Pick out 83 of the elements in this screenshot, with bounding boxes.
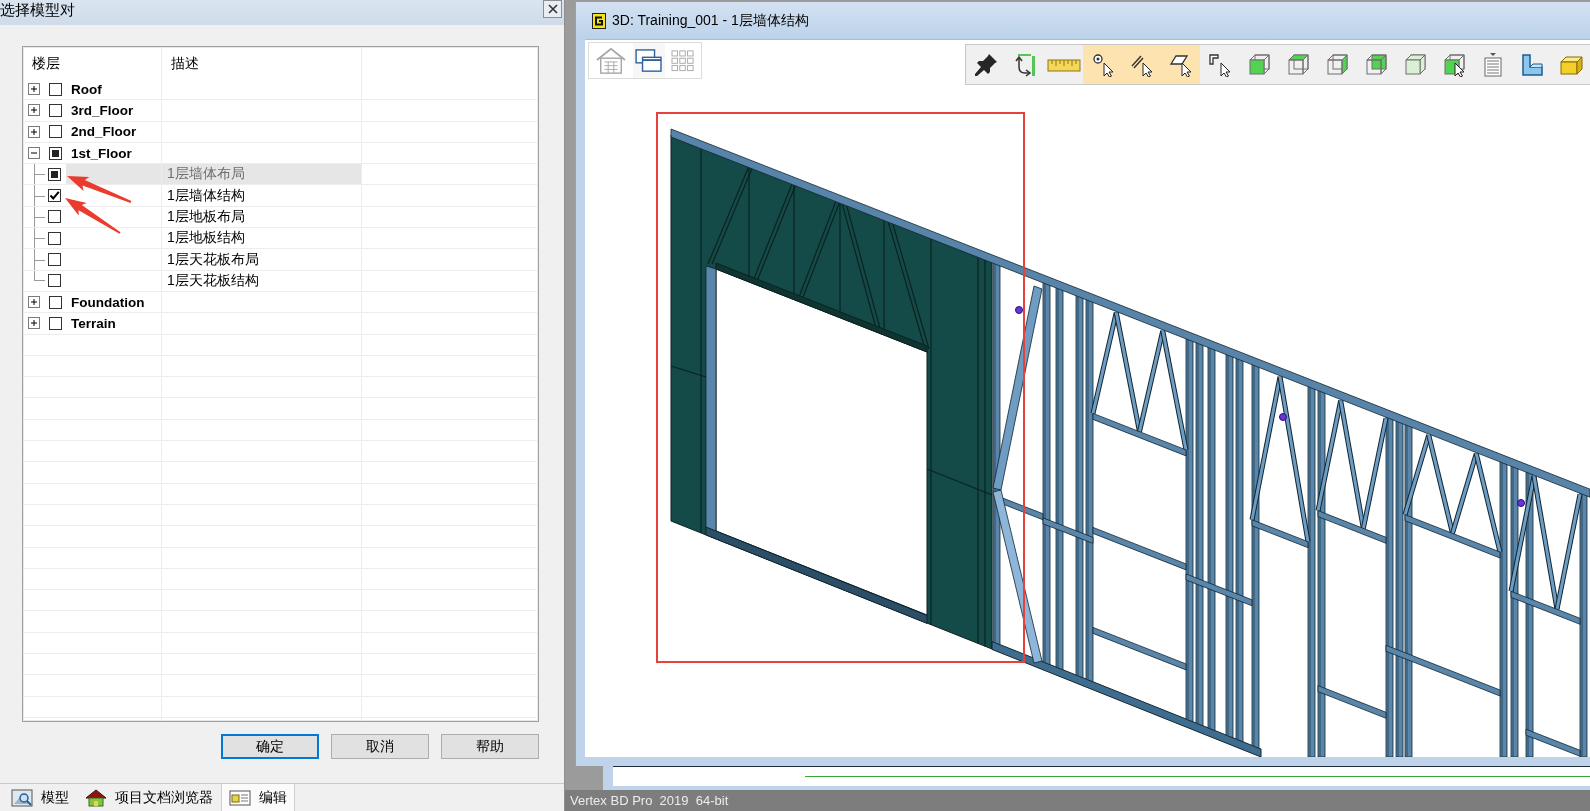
plus-box-icon[interactable] xyxy=(28,296,40,309)
level-label: Foundation xyxy=(71,294,145,310)
tool-button[interactable] xyxy=(1083,45,1122,84)
image-search-icon xyxy=(11,788,33,807)
tree-row[interactable]: Foundation xyxy=(23,291,538,314)
description-text: 1层地板结构 xyxy=(166,229,245,248)
tree-line xyxy=(34,206,45,228)
panel-tab[interactable]: 编辑 xyxy=(221,784,295,811)
tree-line xyxy=(34,164,45,185)
checkbox[interactable] xyxy=(49,103,62,117)
window-title: 3D: Training_001 - 1层墙体结构 xyxy=(612,11,809,30)
pin-icon xyxy=(973,52,998,77)
column-header[interactable]: 描述 xyxy=(162,47,362,79)
level-label: 2nd_Floor xyxy=(71,124,137,140)
tree-row[interactable]: 1层天花板结构 xyxy=(23,270,538,292)
marker-icon xyxy=(1015,306,1023,314)
house-icon xyxy=(85,788,107,807)
description-text: 1层墙体结构 xyxy=(166,186,245,205)
checkbox[interactable] xyxy=(48,189,61,203)
checkbox[interactable] xyxy=(48,210,61,224)
checkbox[interactable] xyxy=(48,253,61,266)
description-text: 1层天花板结构 xyxy=(166,271,259,290)
annotation-arrow xyxy=(65,198,121,234)
dialog-button[interactable]: 帮助 xyxy=(441,734,539,759)
cube-front-face-icon xyxy=(1246,52,1271,77)
house-icon xyxy=(595,46,627,75)
tree-line xyxy=(34,185,45,206)
point-cursor-icon xyxy=(1090,52,1115,77)
cube-right-face-icon xyxy=(1324,52,1349,77)
level-label: Terrain xyxy=(71,315,116,331)
dialog-button[interactable]: 确定 xyxy=(221,734,319,759)
close-icon xyxy=(547,4,558,14)
checkbox[interactable] xyxy=(49,316,62,330)
column-header[interactable]: 楼层 xyxy=(23,47,162,79)
level-label: 3rd_Floor xyxy=(71,102,134,118)
panel-tab[interactable]: 项目文档浏览器 xyxy=(77,784,221,811)
plus-box-icon[interactable] xyxy=(28,83,40,96)
tree-row[interactable]: 3rd_Floor xyxy=(23,100,538,122)
app-icon xyxy=(592,12,606,29)
level-label: 1st_Floor xyxy=(71,145,132,161)
description-text: 1层墙体布局 xyxy=(166,165,245,184)
tree-row[interactable]: 1st_Floor xyxy=(23,142,538,165)
description-text: 1层地板布局 xyxy=(166,207,245,226)
tree-row[interactable]: 2nd_Floor xyxy=(23,121,538,143)
annotation-arrow xyxy=(67,176,132,203)
l-shape-icon xyxy=(1519,52,1544,77)
cube-cursor-icon xyxy=(1441,52,1466,77)
level-label: Roof xyxy=(71,81,102,97)
checkbox[interactable] xyxy=(49,82,62,96)
corner-arrow-icon xyxy=(1012,52,1037,77)
marker-icon xyxy=(1279,413,1287,421)
tool-button[interactable] xyxy=(1161,45,1200,84)
checkbox[interactable] xyxy=(48,274,61,288)
tree-row[interactable]: Terrain xyxy=(23,313,538,335)
ruler-icon xyxy=(1046,56,1081,73)
plus-box-icon[interactable] xyxy=(28,104,40,117)
tree-row[interactable]: Roof xyxy=(23,79,538,101)
plus-box-icon[interactable] xyxy=(28,317,40,330)
panel-tab[interactable]: 模型 xyxy=(3,784,77,811)
cube-top-face-icon xyxy=(1285,52,1310,77)
tree-row[interactable]: 1层墙体布局 xyxy=(23,164,538,186)
tree-row[interactable]: 1层天花板布局 xyxy=(23,249,538,271)
grid-icon xyxy=(671,49,695,72)
tree-line xyxy=(34,228,45,249)
cube-back-face-icon xyxy=(1363,52,1388,77)
tree-row[interactable]: 1层地板结构 xyxy=(23,228,538,250)
description-text: 1层天花板布局 xyxy=(166,250,259,269)
corner-cursor-icon xyxy=(1207,52,1232,77)
dialog-button[interactable]: 取消 xyxy=(331,734,429,759)
plus-box-icon[interactable] xyxy=(28,125,40,138)
windows-icon xyxy=(635,48,663,73)
cube-shaded-icon xyxy=(1402,52,1427,77)
close-button[interactable] xyxy=(543,0,562,18)
checkbox[interactable] xyxy=(49,295,62,309)
face-cursor-icon xyxy=(1168,52,1193,77)
marker-icon xyxy=(1517,499,1525,507)
panel-icon xyxy=(229,788,251,807)
dialog-title: 选择模型对 xyxy=(0,0,75,19)
minus-box-icon[interactable] xyxy=(28,147,40,160)
view-button[interactable] xyxy=(633,43,665,78)
checkbox[interactable] xyxy=(49,125,62,139)
status-text: Vertex BD Pro 2019 64-bit xyxy=(570,793,729,808)
checkbox[interactable] xyxy=(48,231,61,245)
